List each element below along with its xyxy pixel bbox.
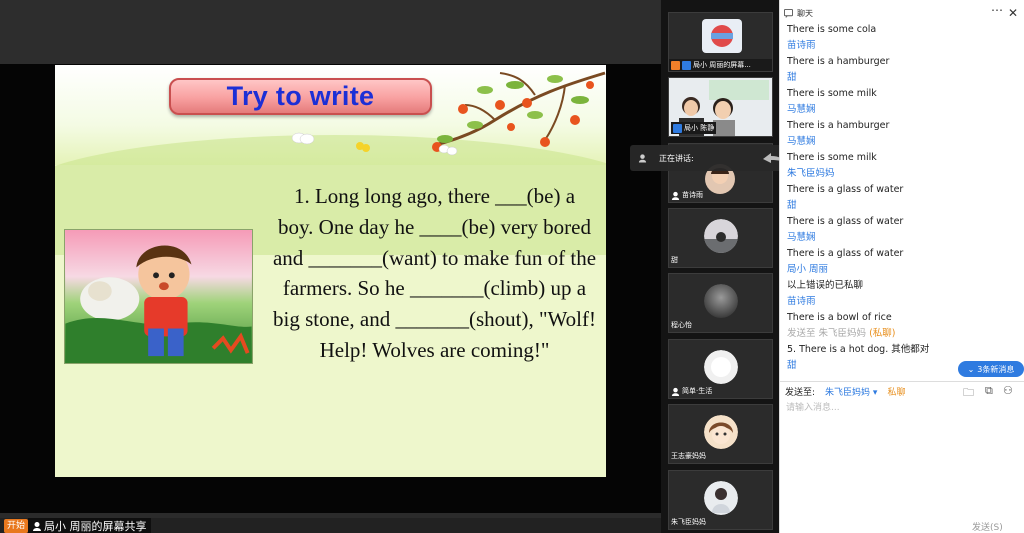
share-top-bar <box>0 0 661 64</box>
send-to-label: 发送至: <box>785 388 816 398</box>
folder-icon[interactable]: 🗀 <box>963 384 974 403</box>
private-target[interactable]: 朱飞臣妈妈 <box>819 328 867 339</box>
user-badge-icon <box>682 60 691 70</box>
screen-share-name: 局小 周丽的屏幕共享 <box>44 519 147 533</box>
chat-icon <box>784 8 793 18</box>
start-button[interactable]: 开始 <box>4 519 29 533</box>
chat-sender[interactable]: 马慧娴 <box>787 134 1023 150</box>
chat-message-list: There is some cola 苗诗雨 There is a hambur… <box>787 22 1023 378</box>
chat-message: There is a bowl of rice <box>787 312 892 323</box>
user-icon <box>671 191 680 200</box>
speaking-label: 正在讲话: <box>659 153 694 163</box>
screen-thumbnail-icon <box>702 19 742 53</box>
close-icon[interactable]: ✕ <box>1008 6 1018 20</box>
avatar <box>704 219 738 253</box>
exercise-line: 1. Long long ago, there ___(be) a <box>293 184 576 208</box>
user-icon <box>638 154 647 163</box>
more-options-icon[interactable]: ⋯ <box>991 3 1004 17</box>
chat-message: There is some cola <box>787 24 877 35</box>
butterfly-icon <box>291 132 315 145</box>
chevron-down-icon: ⌄ <box>967 364 975 374</box>
send-target-dropdown[interactable]: 朱飞臣妈妈 ▾ <box>825 385 877 398</box>
slide: Try to write 1. Long long ago, there ___… <box>55 65 606 477</box>
participant-tile[interactable]: 局小 陈静 <box>668 77 773 137</box>
chat-header: 聊天 <box>780 5 1024 21</box>
chat-message: 以上错误的已私聊 <box>787 280 864 291</box>
exercise-line: farmers. So he _______(climb) up a <box>282 276 587 301</box>
participant-tile[interactable]: 王志豪妈妈 <box>668 404 773 464</box>
new-messages-label: 3条新消息 <box>977 364 1015 374</box>
screenshot-icon[interactable]: ⧉ <box>985 384 993 398</box>
chat-message: There is some milk <box>787 152 877 163</box>
private-tag: (私聊) <box>869 328 896 339</box>
chat-message: There is a hamburger <box>787 120 890 131</box>
chat-sender[interactable]: 甜 <box>787 198 1023 214</box>
participant-name: 局小 周丽的屏幕... <box>693 61 751 69</box>
participant-name: 程心怡 <box>671 321 692 329</box>
avatar <box>704 481 738 515</box>
slide-title: Try to write <box>226 81 375 111</box>
participant-name: 甜 <box>671 256 678 264</box>
participant-tile[interactable]: 程心怡 <box>668 273 773 333</box>
chat-title: 聊天 <box>797 8 813 18</box>
avatar <box>704 415 738 449</box>
chat-message: There is a glass of water <box>787 248 904 259</box>
participant-list: 局小 周丽的屏幕... 局小 陈静 苗诗雨 甜 程心怡 简单·生活 王志豪妈妈 … <box>661 0 779 533</box>
exercise-line: Help! Wolves are coming!" <box>319 337 550 362</box>
participant-name: 朱飞臣妈妈 <box>671 518 706 526</box>
chat-panel: 聊天 ⋯ ✕ There is some cola 苗诗雨 There is a… <box>779 0 1024 533</box>
exercise-text: 1. Long long ago, there ___(be) a boy. O… <box>268 181 601 366</box>
participant-tile[interactable]: 局小 周丽的屏幕... <box>668 12 773 72</box>
participant-name: 王志豪妈妈 <box>671 452 706 460</box>
participant-name: 局小 陈静 <box>684 124 715 132</box>
screen-share-area: Try to write 1. Long long ago, there ___… <box>0 0 661 533</box>
user-badge-icon <box>673 123 682 133</box>
screen-share-label: 局小 周丽的屏幕共享 <box>28 518 151 533</box>
slide-frame: Try to write 1. Long long ago, there ___… <box>0 64 661 513</box>
chat-sender[interactable]: 马慧娴 <box>787 230 1023 246</box>
butterfly-icon <box>356 142 370 152</box>
speaking-indicator: 正在讲话: <box>630 145 793 171</box>
chat-sender[interactable]: 朱飞臣妈妈 <box>787 166 1023 182</box>
participant-tile[interactable]: 甜 <box>668 208 773 268</box>
user-icon <box>671 387 680 396</box>
send-button[interactable]: 发送(S) <box>972 520 1003 533</box>
butterfly-icon <box>438 144 458 156</box>
user-settings-icon[interactable]: ⚇ <box>1003 384 1013 397</box>
chat-sender[interactable]: 苗诗雨 <box>787 294 1023 310</box>
participant-name: 简单·生活 <box>682 387 713 395</box>
exercise-line: boy. One day he ____(be) very bored <box>278 214 591 239</box>
private-chat-toggle[interactable]: 私聊 <box>887 385 905 398</box>
new-messages-button[interactable]: ⌄ 3条新消息 <box>958 361 1024 377</box>
avatar <box>704 284 738 318</box>
slide-title-box: Try to write <box>169 78 432 115</box>
private-message-line: 发送至 朱飞臣妈妈 (私聊) <box>787 326 1023 342</box>
chat-sender[interactable]: 甜 <box>787 70 1023 86</box>
host-badge-icon <box>671 60 680 70</box>
chat-sender[interactable]: 局小 周丽 <box>787 262 1023 278</box>
boy-illustration <box>64 229 253 364</box>
exercise-line: and _______(want) to make fun of the <box>272 245 597 270</box>
avatar <box>704 350 738 384</box>
meeting-window: Try to write 1. Long long ago, there ___… <box>0 0 1024 533</box>
chat-message: There is a glass of water <box>787 216 904 227</box>
participant-tile[interactable]: 朱飞臣妈妈 <box>668 470 773 530</box>
user-icon <box>33 521 41 531</box>
private-prefix: 发送至 <box>787 328 816 339</box>
chat-message: There is a hamburger <box>787 56 890 67</box>
message-input[interactable]: 请输入消息... <box>786 400 840 413</box>
chat-message: There is a glass of water <box>787 184 904 195</box>
chat-sender[interactable]: 马慧娴 <box>787 102 1023 118</box>
chat-message: There is some milk <box>787 88 877 99</box>
send-target-value: 朱飞臣妈妈 <box>825 388 871 398</box>
participant-tile[interactable]: 简单·生活 <box>668 339 773 399</box>
chat-sender[interactable]: 苗诗雨 <box>787 38 1023 54</box>
chat-message: 5. There is a hot dog. 其他都对 <box>787 344 930 355</box>
exercise-line: big stone, and _______(shout), "Wolf! <box>272 307 596 332</box>
participant-name: 苗诗雨 <box>682 191 703 199</box>
